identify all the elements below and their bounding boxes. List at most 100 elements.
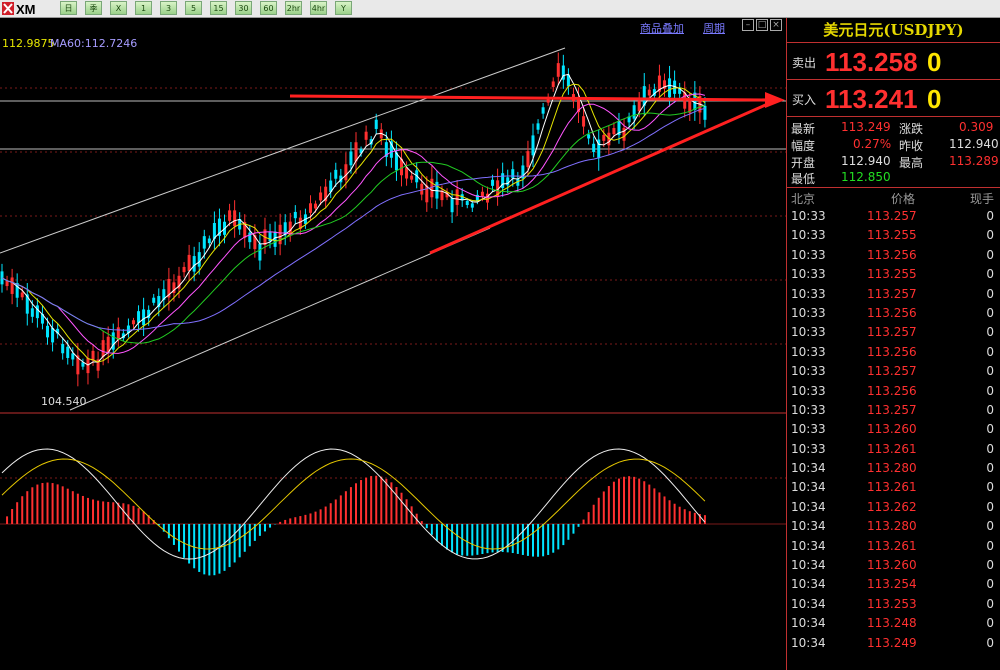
candle-body — [637, 100, 641, 112]
candle-body — [30, 308, 34, 317]
candle-body — [35, 305, 39, 319]
candle-body — [46, 325, 50, 338]
candle-body — [410, 175, 414, 180]
tick-price: 113.257 — [867, 402, 917, 417]
tick-price: 113.254 — [867, 577, 917, 592]
candle-body — [278, 224, 282, 245]
tick-time: 10:33 — [791, 286, 826, 301]
candle-body — [405, 167, 409, 179]
tick-volume: 0 — [986, 480, 994, 495]
tick-time: 10:33 — [791, 344, 826, 359]
toolbar: XM 日季 X 1 3 5 15 30 60 2hr 4hr Y — [0, 0, 1000, 18]
tick-time: 10:33 — [791, 247, 826, 262]
candle-body — [101, 340, 105, 357]
tick-volume: 0 — [986, 558, 994, 573]
candle-body — [258, 243, 262, 261]
tick-time: 10:33 — [791, 209, 826, 223]
buy-volume: 0 — [927, 84, 942, 114]
candle-body — [308, 203, 312, 213]
tick-row: 10:33 113.257 0 — [787, 401, 1000, 420]
candle-body — [647, 89, 651, 96]
restore-icon[interactable]: □ — [756, 19, 768, 31]
tick-price: 113.253 — [867, 596, 917, 611]
period-button[interactable]: 60 — [260, 1, 277, 15]
tick-time: 10:34 — [791, 616, 826, 631]
tick-time: 10:34 — [791, 558, 826, 573]
tick-price: 113.260 — [867, 422, 917, 437]
tick-price: 113.262 — [867, 499, 917, 514]
candle-body — [364, 131, 368, 140]
tick-time: 10:33 — [791, 383, 826, 398]
tick-price: 113.255 — [867, 267, 917, 282]
tick-volume: 0 — [986, 325, 994, 340]
tick-row: 10:33 113.256 0 — [787, 343, 1000, 362]
high-value: 113.289 — [949, 154, 999, 168]
tick-row: 10:33 113.255 0 — [787, 226, 1000, 245]
tick-price: 113.256 — [867, 344, 917, 359]
period-button[interactable]: 5 — [185, 1, 202, 15]
period-button[interactable]: 日 — [60, 1, 77, 15]
arrow-head-icon — [765, 92, 785, 108]
period-link[interactable]: 周期 — [703, 20, 725, 36]
period-button[interactable]: 30 — [235, 1, 252, 15]
tick-time: 10:33 — [791, 402, 826, 417]
candle-body — [20, 292, 24, 298]
chart-canvas[interactable] — [0, 18, 786, 670]
tick-time: 10:34 — [791, 538, 826, 553]
tick-time: 10:33 — [791, 364, 826, 379]
tick-time: 10:34 — [791, 519, 826, 534]
sell-label: 卖出 — [792, 56, 817, 70]
candle-body — [10, 277, 14, 294]
tick-volume: 0 — [986, 519, 994, 534]
tick-row: 10:33 113.256 0 — [787, 246, 1000, 265]
minimize-icon[interactable]: – — [742, 19, 754, 31]
prev-close-value: 112.940 — [949, 137, 999, 151]
tick-price: 113.261 — [867, 441, 917, 456]
period-button[interactable]: 季 — [85, 1, 102, 15]
sell-price: 113.258 — [825, 47, 918, 77]
tick-row: 10:34 113.260 0 — [787, 556, 1000, 575]
tick-volume: 0 — [986, 596, 994, 611]
low-value: 112.850 — [841, 170, 891, 184]
candle-body — [233, 210, 237, 227]
period-button[interactable]: 1 — [135, 1, 152, 15]
period-button[interactable]: 15 — [210, 1, 227, 15]
price-chart[interactable]: 112.9875 MA60:112.7246 商品叠加 周期 – □ × 104… — [0, 18, 786, 670]
ticks-list[interactable]: 10:33 113.257 0 10:33 113.255 0 10:33 113.256 0 1… — [787, 207, 1000, 653]
buy-row[interactable]: 买入 113.241 0 — [787, 80, 1000, 117]
tick-price: 113.249 — [867, 635, 917, 650]
candle-body — [668, 78, 672, 98]
logo-text: XM — [16, 2, 36, 16]
period-button[interactable]: Y — [335, 1, 352, 15]
tick-price: 113.257 — [867, 209, 917, 223]
candle-body — [319, 192, 323, 201]
tick-row: 10:33 113.256 0 — [787, 382, 1000, 401]
tick-price: 113.280 — [867, 519, 917, 534]
close-icon[interactable]: × — [770, 19, 782, 31]
sell-row[interactable]: 卖出 113.258 0 — [787, 43, 1000, 80]
ma60-value: MA60:112.7246 — [50, 37, 138, 50]
candle-body — [207, 238, 211, 244]
period-button[interactable]: 2hr — [285, 1, 302, 15]
candle-body — [197, 252, 201, 267]
tick-volume: 0 — [986, 577, 994, 592]
tick-time: 10:33 — [791, 228, 826, 243]
candle-body — [142, 309, 146, 326]
candle-body — [703, 105, 707, 120]
tick-volume: 0 — [986, 344, 994, 359]
candle-body — [455, 189, 459, 205]
period-button[interactable]: 4hr — [310, 1, 327, 15]
overlay-symbol-link[interactable]: 商品叠加 — [640, 20, 684, 36]
ma5-line — [1, 73, 706, 366]
period-button[interactable]: X — [110, 1, 127, 15]
trendline-upper — [0, 47, 566, 254]
tick-time: 10:33 — [791, 267, 826, 282]
candle-body — [531, 135, 535, 156]
ma-value-a: 112.9875 — [2, 37, 55, 50]
candle-body — [592, 143, 596, 153]
tick-price: 113.280 — [867, 461, 917, 476]
candle-body — [228, 210, 232, 221]
period-button[interactable]: 3 — [160, 1, 177, 15]
tick-volume: 0 — [986, 402, 994, 417]
candle-body — [334, 169, 338, 179]
